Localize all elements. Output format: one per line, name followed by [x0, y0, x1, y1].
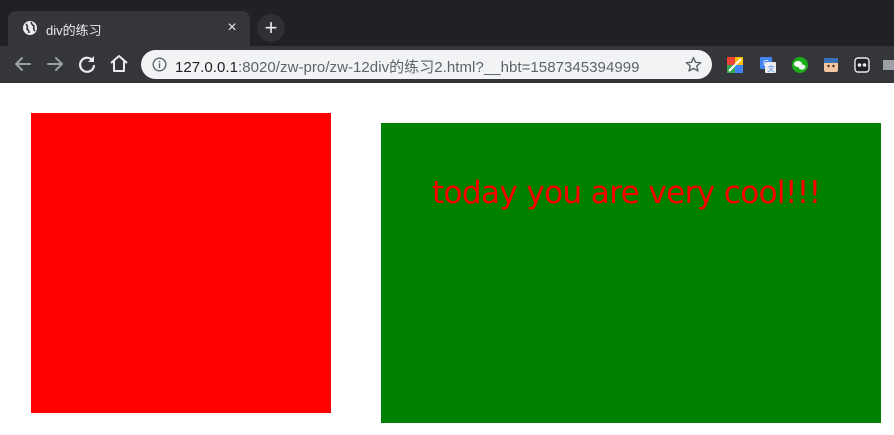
back-arrow-icon[interactable]: [10, 51, 36, 77]
green-box-text: today you are very cool!!!: [432, 175, 821, 211]
reload-icon[interactable]: [74, 51, 100, 77]
translate-icon[interactable]: G 文: [759, 56, 777, 74]
new-tab-button[interactable]: +: [257, 14, 285, 42]
green-box: today you are very cool!!!: [381, 123, 881, 423]
tab-close-icon[interactable]: ×: [222, 18, 242, 38]
tab-strip: div的练习 × +: [0, 0, 894, 46]
url-text[interactable]: 127.0.0.1:8020/zw-pro/zw-12div的练习2.html?…: [175, 56, 640, 77]
bookmark-star-icon[interactable]: [685, 56, 702, 73]
info-icon[interactable]: [152, 57, 167, 72]
home-icon[interactable]: [106, 51, 132, 77]
more-extensions-icon[interactable]: [882, 56, 894, 74]
red-box: [31, 113, 331, 413]
wechat-icon[interactable]: [791, 56, 809, 74]
tab-title: div的练习: [46, 23, 102, 38]
url-path: :8020/zw-pro/zw-12div的练习2.html?__hbt=158…: [238, 59, 640, 76]
address-bar[interactable]: 127.0.0.1:8020/zw-pro/zw-12div的练习2.html?…: [141, 50, 712, 79]
browser-toolbar: 127.0.0.1:8020/zw-pro/zw-12div的练习2.html?…: [0, 46, 894, 83]
globe-icon: [23, 21, 37, 35]
robot-icon[interactable]: [853, 56, 871, 74]
url-host: 127.0.0.1: [175, 59, 239, 76]
tab-active[interactable]: div的练习 ×: [8, 11, 250, 46]
page-content: today you are very cool!!!: [0, 83, 894, 435]
colorful-extension-icon[interactable]: [726, 56, 744, 74]
svg-text:文: 文: [768, 64, 775, 73]
forward-arrow-icon[interactable]: [42, 51, 68, 77]
character-icon[interactable]: [822, 56, 840, 74]
